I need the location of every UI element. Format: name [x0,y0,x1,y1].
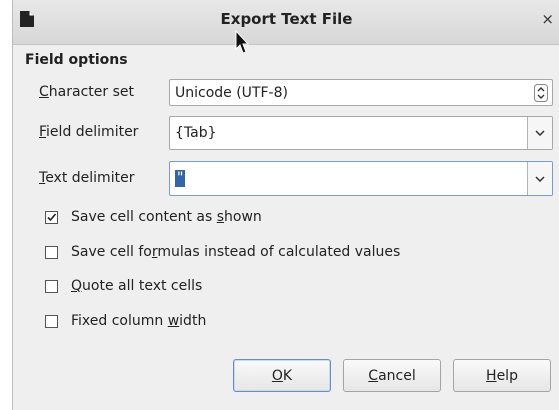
label-text: ext delimiter [45,170,135,186]
mnemonic: Q [71,278,83,294]
button-label: elp [496,367,518,384]
quote-all-text-cells-option[interactable]: Quote all text cells [45,277,202,295]
spin-updown-icon[interactable] [534,84,548,102]
cancel-button[interactable]: Cancel [343,359,441,392]
chevron-down-icon [535,130,545,136]
save-cell-content-as-shown-option[interactable]: Save cell content as shown [45,208,262,226]
chevron-down-icon [535,175,545,182]
checkbox-label: Fixed column width [71,313,206,329]
save-cell-formulas-option[interactable]: Save cell formulas instead of calculated… [45,243,400,261]
checkbox-label: Quote all text cells [71,278,202,294]
field-delimiter-combobox[interactable]: {Tab} [169,116,553,150]
field-delimiter-value: {Tab} [175,125,217,141]
fixed-column-width-option[interactable]: Fixed column width [45,312,206,330]
save-cell-formulas-checkbox[interactable] [45,245,58,259]
fixed-column-width-checkbox[interactable] [45,314,58,328]
field-delimiter-label: Field delimiter [39,124,138,140]
label-text: Fixed column [71,313,168,329]
mnemonic: F [39,124,47,140]
window-title: Export Text File [220,10,353,28]
mouse-cursor-icon [235,30,250,54]
label-text: ield delimiter [46,124,139,140]
ok-button[interactable]: OK [233,359,331,392]
checkbox-label: Save cell formulas instead of calculated… [71,244,400,260]
mnemonic: s [216,209,225,225]
label-text: idth [179,313,207,329]
mnemonic: C [368,367,379,384]
mnemonic: O [271,367,283,384]
label-text: uote all text cells [82,278,203,294]
button-label: ancel [378,367,416,384]
close-icon[interactable]: × [541,12,554,27]
text-delimiter-dropdown-button[interactable] [527,162,552,195]
field-delimiter-dropdown-button[interactable] [527,117,552,149]
checkbox-label: Save cell content as shown [71,209,262,225]
character-set-select[interactable]: Unicode (UTF-8) [169,79,553,106]
character-set-label: Character set [39,84,134,100]
text-delimiter-combobox[interactable]: " [169,161,553,196]
checkmark-icon [47,212,57,221]
text-delimiter-label: Text delimiter [39,170,134,186]
mnemonic: H [486,367,497,384]
mnemonic: C [39,84,49,100]
label-text: haracter set [48,84,134,100]
label-text: Save cell fo [71,244,152,260]
quote-all-text-cells-checkbox[interactable] [45,279,58,293]
text-delimiter-value[interactable]: " [175,170,186,187]
mnemonic: w [167,313,180,329]
label-text: mulas instead of calculated values [157,244,401,260]
label-text: Save cell content as [71,209,217,225]
save-cell-content-as-shown-checkbox[interactable] [45,210,58,224]
field-options-heading: Field options [25,52,128,68]
help-button[interactable]: Help [453,359,551,392]
button-label: K [282,367,293,384]
export-text-file-dialog: Export Text File × Field options Charact… [12,0,559,410]
title-bar[interactable]: Export Text File × [13,0,559,45]
label-text: hown [224,209,262,225]
character-set-value: Unicode (UTF-8) [175,85,288,101]
